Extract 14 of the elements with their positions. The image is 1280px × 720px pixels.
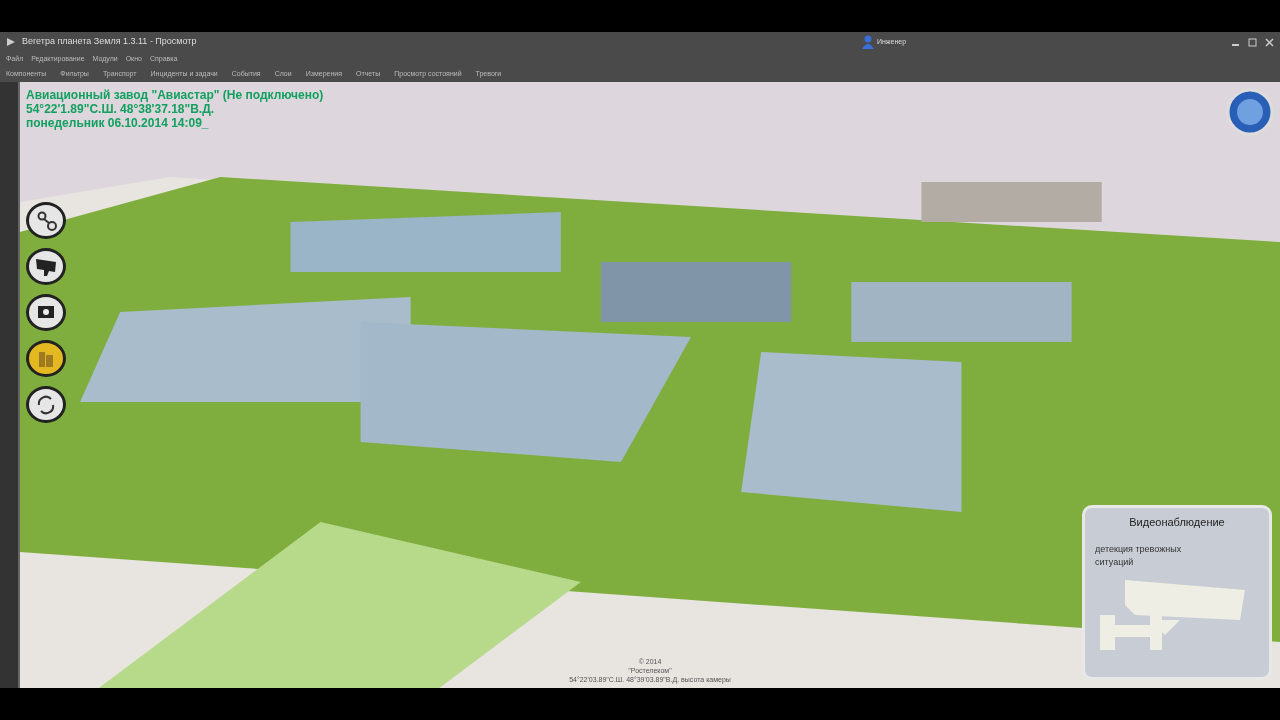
refresh-icon <box>35 393 57 416</box>
route-icon <box>35 209 57 232</box>
panel-title: Видеонаблюдение <box>1128 515 1226 530</box>
maximize-icon[interactable] <box>1247 37 1257 47</box>
close-icon[interactable] <box>1264 37 1274 47</box>
video-panel[interactable]: Видеонаблюдение детекция тревожных ситуаций <box>1082 505 1272 680</box>
location-info: понедельник 06.10.2014 14:09_ <box>26 116 209 130</box>
user-icon <box>861 35 874 49</box>
globe-icon[interactable] <box>1226 88 1274 136</box>
location-info: Авиационный завод "Авиастар" (Не подключено) <box>26 88 324 102</box>
panel-description: детекция тревожных ситуаций <box>1095 542 1183 569</box>
app-icon <box>6 37 16 47</box>
window-title: Вегетра планета Земля 1.3.11 - Просмотр <box>22 35 197 49</box>
location-info: 54°22'1.89"С.Ш. 48°38'37.18"В.Д. <box>26 102 215 116</box>
